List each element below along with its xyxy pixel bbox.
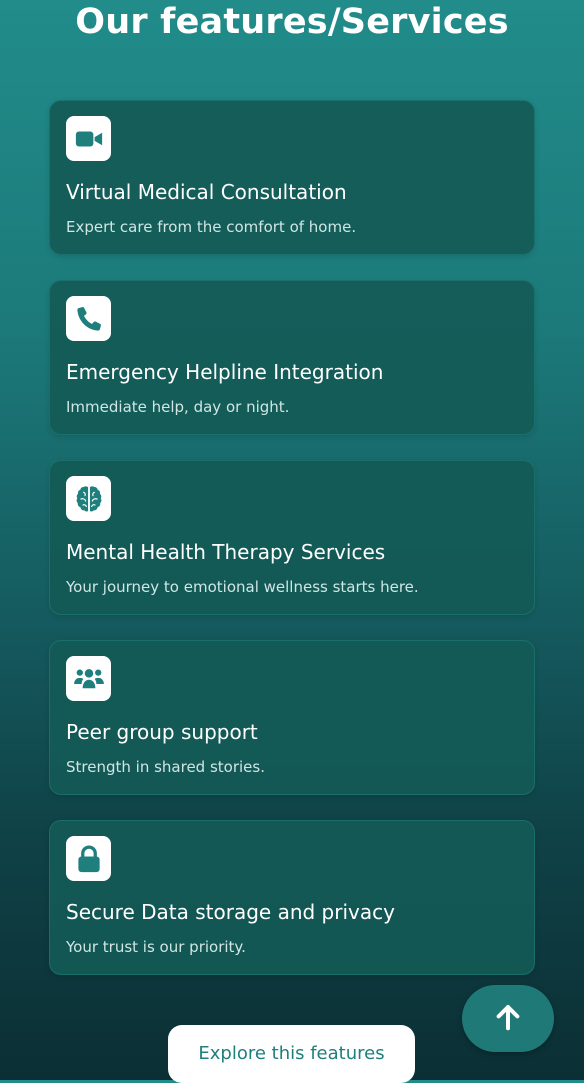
phone-icon	[66, 296, 111, 341]
feature-description: Your trust is our priority.	[66, 938, 246, 956]
feature-card-virtual-consultation[interactable]: Virtual Medical Consultation Expert care…	[49, 100, 535, 255]
feature-title: Mental Health Therapy Services	[66, 540, 386, 564]
lock-icon	[66, 836, 111, 881]
arrow-up-icon	[493, 1002, 523, 1036]
page-title: Our features/Services	[75, 2, 509, 42]
explore-features-button[interactable]: Explore this features	[168, 1025, 415, 1083]
feature-description: Immediate help, day or night.	[66, 398, 290, 416]
feature-title: Peer group support	[66, 720, 258, 744]
feature-description: Your journey to emotional wellness start…	[66, 578, 419, 596]
feature-card-peer-support[interactable]: Peer group support Strength in shared st…	[49, 640, 535, 795]
feature-description: Strength in shared stories.	[66, 758, 265, 776]
feature-card-secure-data[interactable]: Secure Data storage and privacy Your tru…	[49, 820, 535, 975]
users-group-icon	[66, 656, 111, 701]
video-camera-icon	[66, 116, 111, 161]
feature-card-emergency-helpline[interactable]: Emergency Helpline Integration Immediate…	[49, 280, 535, 435]
features-list: Virtual Medical Consultation Expert care…	[49, 100, 535, 1000]
feature-title: Secure Data storage and privacy	[66, 900, 395, 924]
brain-icon	[66, 476, 111, 521]
feature-card-mental-health[interactable]: Mental Health Therapy Services Your jour…	[49, 460, 535, 615]
feature-title: Emergency Helpline Integration	[66, 360, 384, 384]
scroll-to-top-button[interactable]	[462, 985, 554, 1052]
feature-title: Virtual Medical Consultation	[66, 180, 347, 204]
feature-description: Expert care from the comfort of home.	[66, 218, 357, 236]
